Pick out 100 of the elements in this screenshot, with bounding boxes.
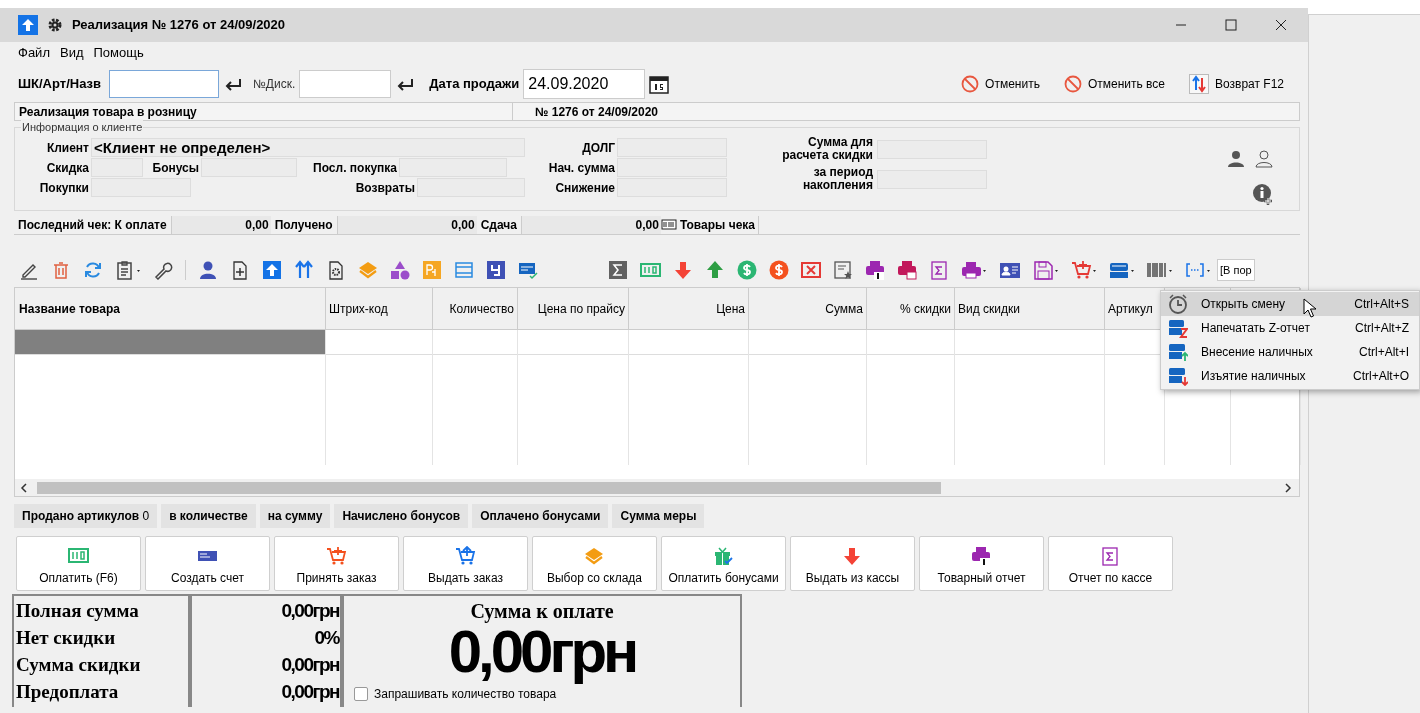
cart-add-icon <box>326 546 347 566</box>
enter-icon <box>225 76 243 92</box>
return-button[interactable]: Возврат F12 <box>1189 74 1284 94</box>
menu-item-label: Напечатать Z-отчет <box>1201 320 1310 337</box>
shortcut-label: Ctrl+Alt+S <box>1354 296 1409 313</box>
receipt-value: 0,00 <box>336 215 477 234</box>
client-name-field: <Клиент не определен> <box>91 138 525 157</box>
filter-field[interactable]: [В пор <box>1217 259 1255 281</box>
cursor-icon <box>1303 298 1317 318</box>
action-button[interactable]: Выдать заказ <box>403 536 528 591</box>
action-button[interactable]: Выдать из кассы <box>790 536 915 591</box>
receipt-value: 0,00 <box>520 215 661 234</box>
menu-item[interactable]: Изъятие наличных Ctrl+Alt+O <box>1161 364 1419 388</box>
double-arrow-up-icon <box>294 260 314 280</box>
sigma-document-icon <box>1100 546 1121 566</box>
card-input-field[interactable] <box>299 70 392 98</box>
total-label: Полная сумма <box>16 599 140 623</box>
field-label: №Диск. <box>253 76 296 93</box>
field-label: Товары чека <box>676 215 759 234</box>
field-label: ДОЛГ <box>581 139 615 157</box>
action-button[interactable]: Товарный отчет <box>919 536 1044 591</box>
sigma-icon <box>608 260 628 280</box>
dotted-brackets-icon <box>1185 260 1211 280</box>
total-label: Предоплата <box>16 680 120 704</box>
add-document-icon <box>230 260 250 280</box>
refresh-icon <box>83 260 103 280</box>
clock-icon <box>1168 294 1188 314</box>
action-button[interactable]: Выбор со склада <box>532 536 657 591</box>
app-icon <box>18 15 38 35</box>
toolbar-button[interactable] <box>833 260 853 280</box>
shapes-icon <box>390 260 410 280</box>
action-button[interactable]: Создать счет <box>145 536 270 591</box>
total-value: 0,00грн <box>281 653 339 677</box>
cart-upload-icon <box>455 546 476 566</box>
upload-icon <box>262 260 282 280</box>
printer-icon <box>897 260 917 280</box>
menu-item[interactable]: Внесение наличных Ctrl+Alt+I <box>1161 340 1419 364</box>
action-button[interactable]: Оплатить (F6) <box>16 536 141 591</box>
dollar-coin-icon <box>737 260 757 280</box>
barcode-icon <box>1147 260 1173 280</box>
toolbar-button[interactable] <box>115 260 141 280</box>
total-label: Сумма скидки <box>16 653 142 677</box>
menu-item[interactable]: Помощь <box>93 43 144 63</box>
checkbox-label: Запрашивать количество товара <box>374 686 557 703</box>
selected-cell[interactable] <box>15 330 325 355</box>
cancel-button[interactable]: Отменить все <box>1063 75 1165 93</box>
summary-label: Начислено бонусов <box>334 504 469 528</box>
toolbar-button[interactable] <box>230 260 250 280</box>
summary-label: в количестве <box>161 504 256 528</box>
toolbar-button[interactable] <box>961 260 987 280</box>
toolbar-button[interactable] <box>153 260 173 280</box>
column-header: Цена <box>629 288 749 329</box>
menu-item-label: Внесение наличных <box>1201 344 1313 361</box>
printer-icon <box>865 260 885 280</box>
shortcut-label: Ctrl+Alt+I <box>1359 344 1409 361</box>
cancel-button[interactable]: Отменить <box>961 75 1040 93</box>
arrow-down-icon <box>842 546 863 566</box>
field-label: Скидка <box>45 159 89 177</box>
register-out-icon <box>1168 366 1188 386</box>
save-icon <box>1033 260 1059 280</box>
toolbar-button[interactable] <box>865 260 885 280</box>
column-header: % скидки <box>867 288 955 329</box>
prohibited-icon <box>961 75 980 93</box>
calendar-button[interactable] <box>649 74 670 94</box>
code-input-field[interactable] <box>109 70 219 98</box>
person-outline-icon <box>1255 150 1273 168</box>
toolbar-button[interactable] <box>198 260 218 280</box>
checkbox[interactable] <box>354 687 368 701</box>
field-label: Нач. сумма <box>547 159 615 177</box>
gift-check-icon <box>713 546 734 566</box>
settings-icon <box>46 16 64 34</box>
action-button[interactable]: Оплатить бонусами <box>661 536 786 591</box>
wrench-icon <box>153 260 173 280</box>
menu-item-label: Открыть смену <box>1201 296 1285 313</box>
horizontal-scrollbar[interactable] <box>15 479 1299 496</box>
total-value: 0% <box>314 626 339 650</box>
prohibited-icon <box>1063 75 1082 93</box>
register-in-icon <box>1168 342 1188 362</box>
menu-item[interactable]: Файл <box>18 43 50 63</box>
receipt-icon <box>660 218 677 231</box>
cash-icon <box>640 260 661 280</box>
toolbar-button[interactable] <box>326 260 346 280</box>
toolbar-button[interactable] <box>486 260 506 280</box>
shortcut-label: Ctrl+Alt+Z <box>1355 320 1409 337</box>
toolbar-button[interactable] <box>999 260 1021 280</box>
action-button[interactable]: Принять заказ <box>274 536 399 591</box>
menu-item[interactable]: Вид <box>59 43 84 63</box>
printer-icon <box>971 546 992 566</box>
menu-item[interactable]: Открыть смену Ctrl+Alt+S <box>1161 292 1419 316</box>
date-field[interactable]: 24.09.2020 <box>523 69 646 99</box>
action-button[interactable]: Отчет по кассе <box>1048 536 1173 591</box>
menu-item-label: Изъятие наличных <box>1201 368 1306 385</box>
field-label: Сдача <box>479 216 518 234</box>
person-icon <box>1227 150 1245 168</box>
scrollbar-thumb[interactable] <box>37 481 941 494</box>
document-gear-icon <box>326 260 346 280</box>
cancel-box-icon <box>801 260 821 280</box>
cash-register-icon <box>1109 260 1135 280</box>
field-label: Снижение <box>554 179 615 197</box>
swap-arrows-icon <box>1189 74 1209 94</box>
